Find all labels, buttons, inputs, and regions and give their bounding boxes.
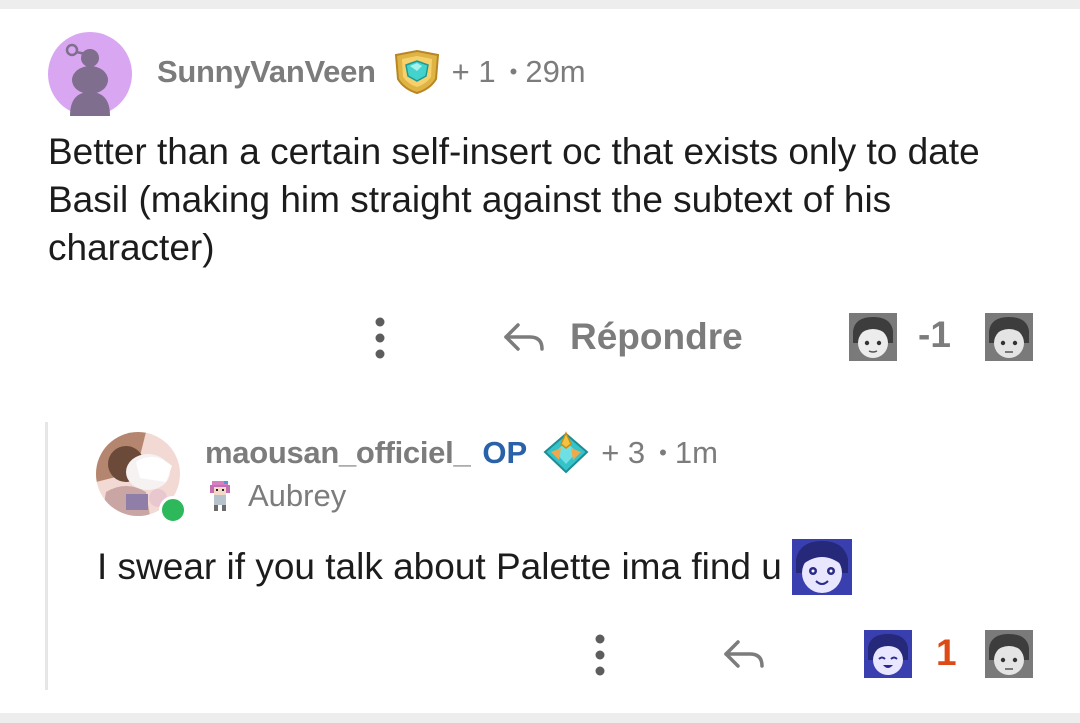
comment-header: SunnyVanVeen + 1 • 29m bbox=[157, 49, 586, 95]
op-badge: OP bbox=[482, 435, 528, 470]
user-flair: Aubrey bbox=[208, 476, 346, 516]
vote-count: -1 bbox=[918, 314, 951, 355]
bottom-divider bbox=[0, 713, 1080, 723]
comment-header: maousan_officiel_ OP + 3 • 1m bbox=[205, 431, 718, 474]
reply-arrow-icon[interactable] bbox=[718, 630, 770, 680]
top-divider bbox=[0, 0, 1080, 9]
username[interactable]: SunnyVanVeen bbox=[157, 54, 376, 90]
timestamp: 1m bbox=[674, 435, 718, 470]
more-options-icon[interactable] bbox=[590, 633, 610, 677]
username[interactable]: maousan_officiel_ bbox=[205, 435, 471, 471]
reply-label: Répondre bbox=[570, 316, 743, 357]
reply-button[interactable]: Répondre bbox=[500, 312, 743, 362]
separator-dot: • bbox=[659, 440, 667, 465]
downvote-face-icon[interactable] bbox=[985, 313, 1033, 361]
thread-line[interactable] bbox=[45, 422, 48, 690]
more-options-icon[interactable] bbox=[370, 316, 390, 360]
flair-label: Aubrey bbox=[248, 478, 347, 513]
reply-arrow-icon bbox=[504, 323, 544, 351]
score: + 3 bbox=[601, 435, 646, 470]
upvote-face-icon[interactable] bbox=[864, 630, 912, 678]
comment-text: I swear if you talk about Palette ima fi… bbox=[97, 546, 782, 587]
comment-body: Better than a certain self-insert oc tha… bbox=[48, 131, 980, 268]
achievement-flair-icon bbox=[394, 49, 439, 95]
upvote-face-icon[interactable] bbox=[849, 313, 897, 361]
comment-body: I swear if you talk about Palette ima fi… bbox=[97, 539, 852, 595]
snoo-avatar-icon[interactable] bbox=[48, 32, 132, 116]
downvote-face-icon[interactable] bbox=[985, 630, 1033, 678]
omori-emote-icon bbox=[791, 539, 852, 595]
separator-dot: • bbox=[509, 59, 518, 84]
score: + 1 bbox=[451, 54, 496, 89]
aubrey-sprite-icon bbox=[210, 481, 230, 511]
achievement-flair-icon bbox=[543, 431, 589, 474]
vote-count: 1 bbox=[936, 632, 957, 673]
online-status-icon bbox=[159, 496, 187, 524]
timestamp: 29m bbox=[525, 54, 586, 89]
